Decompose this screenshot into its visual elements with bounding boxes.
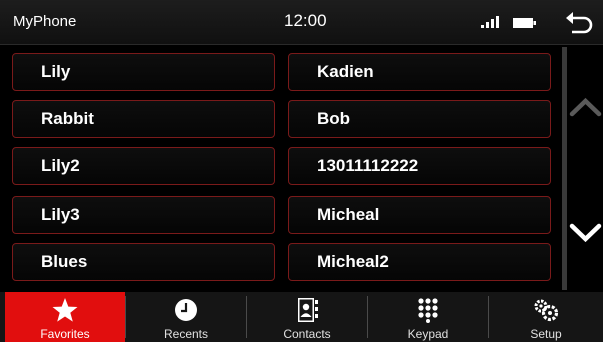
contact-button[interactable]: Rabbit — [12, 100, 275, 138]
scroll-panel — [568, 47, 603, 290]
chevron-down-icon[interactable] — [568, 212, 603, 252]
signal-strength-icon — [481, 16, 499, 28]
chevron-up-icon[interactable] — [568, 87, 603, 127]
tab-setup[interactable]: Setup — [489, 292, 603, 342]
tab-label: Contacts — [283, 327, 331, 341]
tab-contacts[interactable]: Contacts — [247, 292, 367, 342]
clock-icon — [175, 299, 197, 321]
contact-button[interactable]: Blues — [12, 243, 275, 281]
tab-keypad[interactable]: Keypad — [368, 292, 488, 342]
contact-button[interactable]: 13011112222 — [288, 147, 551, 185]
contact-book-icon — [298, 298, 318, 322]
contact-button[interactable]: Lily3 — [12, 196, 275, 234]
star-icon — [52, 298, 78, 322]
app-title: MyPhone — [13, 13, 77, 30]
battery-icon — [513, 18, 536, 28]
tab-label: Setup — [530, 327, 562, 341]
back-arrow-icon[interactable] — [562, 10, 596, 36]
contact-button[interactable]: Micheal2 — [288, 243, 551, 281]
bottom-nav: Favorites Recents Contacts Keypad Setup — [0, 292, 603, 342]
contact-button[interactable]: Lily2 — [12, 147, 275, 185]
scrollbar[interactable] — [562, 47, 567, 290]
contact-button[interactable]: Micheal — [288, 196, 551, 234]
clock-time: 12:00 — [284, 11, 327, 30]
tab-label: Keypad — [407, 327, 449, 341]
status-bar: MyPhone 12:00 — [0, 0, 603, 45]
contact-button[interactable]: Bob — [288, 100, 551, 138]
tab-label: Recents — [163, 327, 209, 341]
keypad-icon — [418, 298, 438, 323]
tab-label: Favorites — [40, 327, 90, 341]
contact-button[interactable]: Kadien — [288, 53, 551, 91]
tab-favorites[interactable]: Favorites — [5, 292, 125, 342]
contact-button[interactable]: Lily — [12, 53, 275, 91]
tab-recents[interactable]: Recents — [126, 292, 246, 342]
favorites-grid: Lily Rabbit Lily2 Lily3 Blues Kadien Bob… — [0, 47, 562, 290]
gears-icon — [534, 299, 559, 322]
